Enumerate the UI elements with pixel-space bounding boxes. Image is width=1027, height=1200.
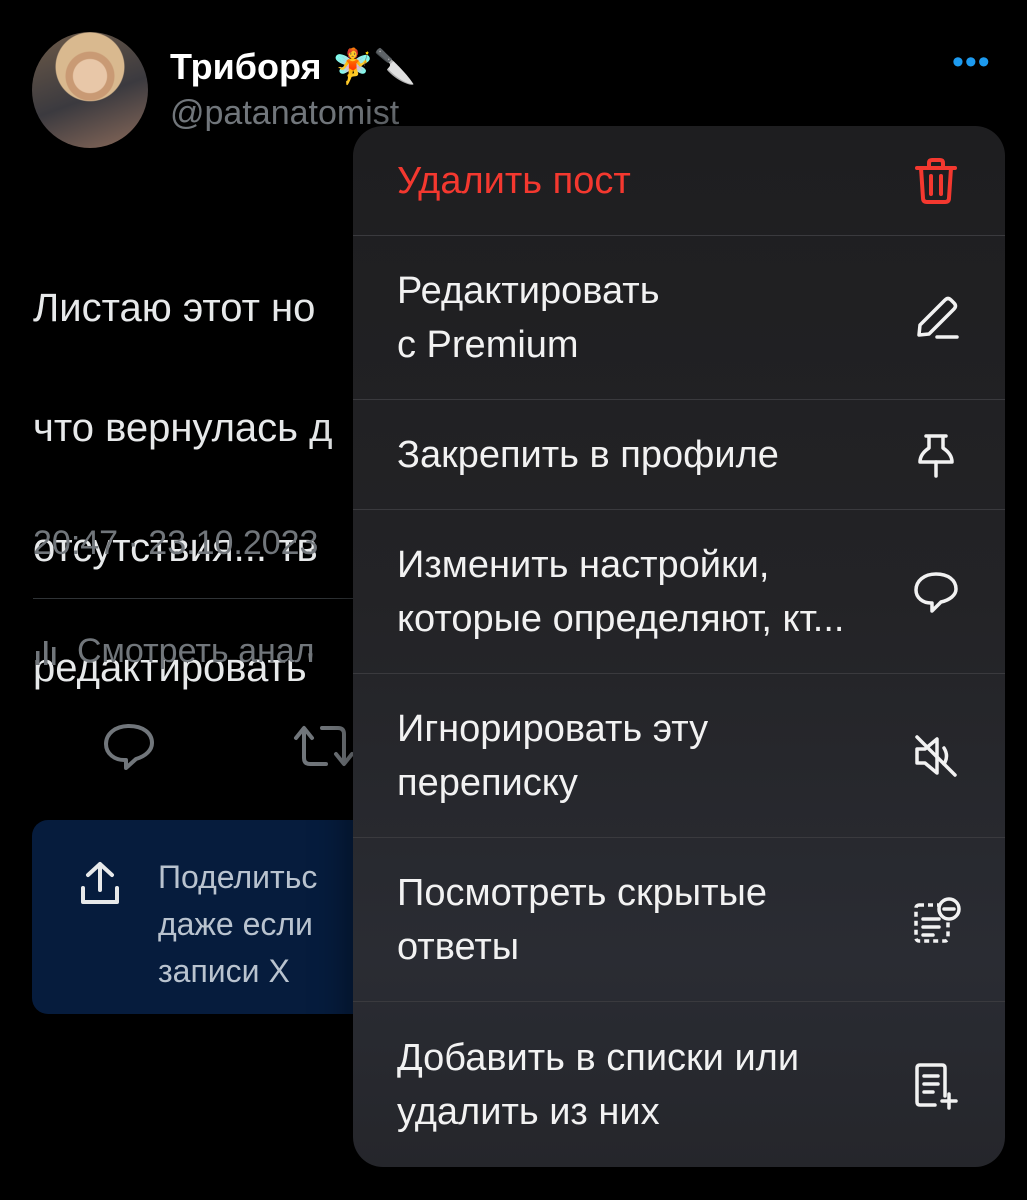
menu-item-view-hidden-replies[interactable]: Посмотреть скрытые ответы — [353, 838, 1005, 1002]
menu-item-label: Редактировать с Premium — [397, 269, 660, 366]
reply-icon[interactable] — [102, 722, 156, 770]
menu-item-pin-to-profile[interactable]: Закрепить в профиле — [353, 400, 1005, 510]
name-emojis: 🧚🔪 — [331, 48, 417, 86]
more-options-button[interactable]: ••• — [952, 45, 991, 79]
menu-item-label: Игнорировать эту переписку — [397, 707, 709, 804]
pencil-icon — [917, 296, 959, 339]
display-name-text: Триборя — [170, 46, 322, 87]
avatar[interactable] — [32, 32, 148, 148]
menu-item-label: Изменить настройки, которые определяют, … — [397, 543, 845, 640]
repost-icon[interactable] — [292, 722, 356, 770]
analytics-icon — [36, 640, 56, 665]
menu-item-reply-settings[interactable]: Изменить настройки, которые определяют, … — [353, 510, 1005, 674]
add-to-list-icon — [915, 1062, 958, 1110]
post-options-menu: Удалить пост Редактировать с Premium Зак… — [353, 126, 1005, 1167]
pin-icon — [918, 433, 954, 478]
share-card-text: Поделитьс даже если записи X — [158, 859, 318, 989]
menu-item-mute-conversation[interactable]: Игнорировать эту переписку — [353, 674, 1005, 838]
menu-item-label: Посмотреть скрытые ответы — [397, 871, 767, 968]
menu-item-delete-post[interactable]: Удалить пост — [353, 126, 1005, 236]
mute-icon — [915, 734, 957, 777]
hidden-replies-icon — [914, 896, 961, 943]
menu-item-add-to-lists[interactable]: Добавить в списки или удалить из них — [353, 1002, 1005, 1167]
analytics-label: Смотреть анал — [77, 632, 315, 670]
menu-item-label: Добавить в списки или удалить из них — [397, 1036, 800, 1133]
menu-item-label: Удалить пост — [397, 159, 631, 202]
speech-bubble-icon — [914, 571, 958, 613]
view-analytics-link[interactable]: Смотреть анал — [33, 632, 315, 671]
tweet-timestamp: 20:47 · 23.10.2023 — [33, 524, 319, 562]
upload-icon — [81, 862, 119, 904]
trash-icon — [915, 157, 957, 204]
menu-item-label: Закрепить в профиле — [397, 433, 779, 476]
display-name[interactable]: Триборя 🧚🔪 — [170, 46, 416, 88]
menu-item-edit-premium[interactable]: Редактировать с Premium — [353, 236, 1005, 400]
